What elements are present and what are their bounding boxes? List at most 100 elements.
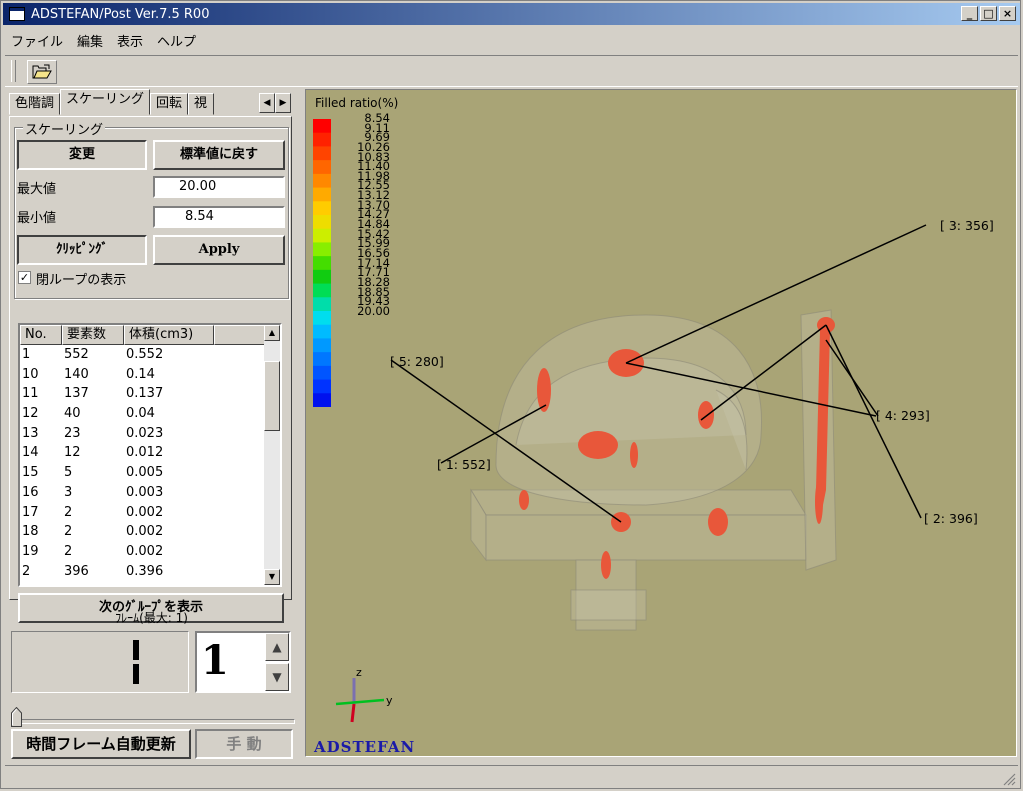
list-body: 1 552 0.552 10 140 0.14 11 137 0.137 12 40 0.04 1 3 23… <box>20 345 280 581</box>
title-bar[interactable]: ADSTEFAN/Post Ver.7.5 R00 _ □ × <box>3 3 1020 25</box>
tab-scroll-left-button[interactable]: ◀ <box>259 93 275 113</box>
reset-default-button[interactable]: 標準値に戻す <box>153 140 285 170</box>
table-row[interactable]: 19 2 0.002 <box>20 542 280 562</box>
status-bar <box>5 765 1018 788</box>
cell-no: 12 <box>22 406 39 422</box>
cell-no: 19 <box>22 543 39 559</box>
table-row[interactable]: 2 396 0.396 <box>20 562 280 582</box>
table-row[interactable]: 18 2 0.002 <box>20 522 280 542</box>
column-header-empty[interactable] <box>214 325 270 345</box>
cell-no: 10 <box>22 366 39 382</box>
callout-region-5: [ 5: 280] <box>390 354 444 369</box>
tab-scaling[interactable]: スケーリング <box>60 89 151 115</box>
column-header-volume[interactable]: 体積(cm3) <box>124 325 214 345</box>
cell-volume: 0.002 <box>126 543 164 559</box>
cell-volume: 0.003 <box>126 484 164 500</box>
max-value-label: 最大値 <box>17 182 57 197</box>
auto-update-button[interactable]: 時間フレーム自動更新 <box>11 729 191 759</box>
maximize-button[interactable]: □ <box>980 6 997 21</box>
closed-loop-checkbox[interactable]: ✓ <box>18 271 31 284</box>
table-row[interactable]: 16 3 0.003 <box>20 483 280 503</box>
table-row[interactable]: 1 552 0.552 <box>20 345 280 365</box>
cell-no: 16 <box>22 484 39 500</box>
closed-loop-label: 閉ループの表示 <box>36 273 127 288</box>
3d-viewport[interactable]: Filled ratio(%) 8.54 9.11 9.69 10.26 10.83 11… <box>305 89 1017 757</box>
cell-no: 1 <box>22 347 31 362</box>
list-header: No. 要素数 体積(cm3) <box>20 325 280 345</box>
frame-slider[interactable] <box>11 705 295 729</box>
tab-view[interactable]: 視 <box>188 93 215 115</box>
cell-volume: 0.396 <box>126 563 164 579</box>
menu-bar: ファイル 編集 表示 ヘルプ <box>5 29 202 50</box>
scroll-thumb[interactable] <box>264 361 280 431</box>
apply-button[interactable]: Apply <box>153 235 285 265</box>
region-list[interactable]: No. 要素数 体積(cm3) 1 552 0.552 10 140 0.14 11 137 0… <box>18 323 282 587</box>
max-value-input[interactable]: 20.00 <box>153 176 285 198</box>
app-window: ADSTEFAN/Post Ver.7.5 R00 _ □ × ファイル 編集 … <box>0 0 1021 789</box>
change-button[interactable]: 変更 <box>17 140 147 170</box>
cell-element-count: 2 <box>64 543 73 559</box>
minimize-button[interactable]: _ <box>961 6 978 21</box>
frame-up-button[interactable]: ▲ <box>265 633 289 661</box>
scroll-up-button[interactable]: ▲ <box>264 325 280 341</box>
cell-volume: 0.002 <box>126 504 164 520</box>
cell-no: 11 <box>22 386 39 402</box>
frame-spinner-value: 1 <box>201 637 229 684</box>
orientation-axes: z y <box>335 666 393 723</box>
scaling-group-title: スケーリング <box>23 119 106 138</box>
open-folder-button[interactable] <box>27 60 57 84</box>
callout-region-2: [ 2: 396] <box>924 511 978 526</box>
manual-button[interactable]: 手 動 <box>195 729 293 759</box>
cell-no: 18 <box>22 524 39 540</box>
column-header-no[interactable]: No. <box>20 325 62 345</box>
brand-logo: ADSTEFAN <box>314 738 416 756</box>
toolbar-grip[interactable] <box>11 60 16 82</box>
cell-volume: 0.14 <box>126 366 155 382</box>
frame-down-button[interactable]: ▼ <box>265 663 289 691</box>
cell-volume: 0.04 <box>126 406 155 422</box>
table-row[interactable]: 14 12 0.012 <box>20 443 280 463</box>
cell-volume: 0.023 <box>126 425 164 441</box>
table-row[interactable]: 15 5 0.005 <box>20 463 280 483</box>
tab-color-gradation[interactable]: 色階調 <box>9 93 61 115</box>
column-header-element-count[interactable]: 要素数 <box>62 325 124 345</box>
axis-z-label: z <box>356 666 362 679</box>
slider-thumb[interactable] <box>11 707 22 727</box>
cell-element-count: 3 <box>64 484 73 500</box>
frame-digit <box>133 640 139 684</box>
table-row[interactable]: 17 2 0.002 <box>20 503 280 523</box>
table-row[interactable]: 10 140 0.14 <box>20 365 280 385</box>
control-panel: 色階調 スケーリング 回転 視 ◀ ▶ スケーリング 変更 標準値に戻す 最大値… <box>7 89 295 759</box>
close-button[interactable]: × <box>999 6 1016 21</box>
min-value-label: 最小値 <box>17 211 57 226</box>
cell-element-count: 2 <box>64 504 73 520</box>
cell-volume: 0.005 <box>126 465 164 481</box>
tab-scroll-right-button[interactable]: ▶ <box>275 93 291 113</box>
list-vertical-scrollbar[interactable]: ▲ ▼ <box>264 325 280 585</box>
table-row[interactable]: 13 23 0.023 <box>20 424 280 444</box>
cell-volume: 0.012 <box>126 445 164 461</box>
menu-help[interactable]: ヘルプ <box>151 29 202 50</box>
slider-track <box>11 719 295 724</box>
menu-edit[interactable]: 編集 <box>71 29 109 50</box>
table-row[interactable]: 11 137 0.137 <box>20 384 280 404</box>
axis-y-label: y <box>386 694 393 707</box>
toolbar <box>5 55 1018 87</box>
cell-element-count: 23 <box>64 425 81 441</box>
app-icon <box>9 7 25 21</box>
casting-model[interactable]: z y <box>306 90 1017 757</box>
menu-file[interactable]: ファイル <box>5 29 69 50</box>
frame-label: ﾌﾚｰﾑ(最大: 1) <box>115 611 188 625</box>
resize-grip-icon[interactable] <box>1002 772 1016 786</box>
tab-strip: 色階調 スケーリング 回転 視 <box>9 89 215 117</box>
tab-rotation[interactable]: 回転 <box>150 93 189 115</box>
scroll-down-button[interactable]: ▼ <box>264 569 280 585</box>
cell-volume: 0.137 <box>126 386 164 402</box>
frame-spinner[interactable]: 1 ▲ ▼ <box>195 631 291 693</box>
clipping-button[interactable]: ｸﾘｯﾋﾟﾝｸﾞ <box>17 235 147 265</box>
callout-region-4: [ 4: 293] <box>876 408 930 423</box>
min-value-input[interactable]: 8.54 <box>153 206 285 228</box>
table-row[interactable]: 12 40 0.04 <box>20 404 280 424</box>
scaling-tab-panel: スケーリング 変更 標準値に戻す 最大値 20.00 最小値 8.54 ｸﾘｯﾋ… <box>9 116 292 623</box>
menu-view[interactable]: 表示 <box>111 29 149 50</box>
